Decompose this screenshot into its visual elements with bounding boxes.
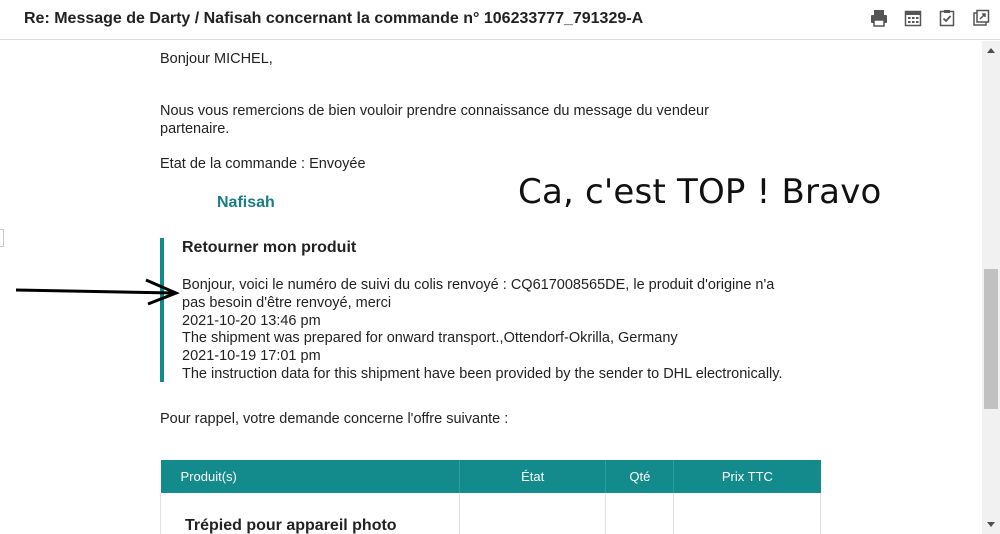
popout-icon[interactable]: [972, 9, 990, 27]
col-header-product: Produit(s): [160, 460, 460, 493]
reminder-text: Pour rappel, votre demande concerne l'of…: [160, 411, 509, 427]
intro-line-1: Nous vous remercions de bien vouloir pre…: [160, 103, 709, 119]
seller-message-quote: Retourner mon produit Bonjour, voici le …: [160, 238, 840, 382]
message-subject: Re: Message de Darty / Nafisah concernan…: [24, 10, 644, 27]
task-icon[interactable]: [938, 9, 956, 27]
collapse-handle[interactable]: [0, 229, 4, 247]
table-row: Trépied pour appareil photo: [160, 493, 821, 534]
printer-icon[interactable]: [870, 9, 888, 27]
product-price: [673, 493, 821, 534]
product-state: [458, 493, 607, 534]
quote-line: 2021-10-19 17:01 pm: [182, 348, 321, 365]
offer-table: Produit(s) État Qté Prix TTC Trépied pou…: [160, 460, 821, 534]
table-header-row: Produit(s) État Qté Prix TTC: [160, 460, 821, 493]
quote-line: 2021-10-20 13:46 pm: [182, 312, 321, 329]
product-name: Trépied pour appareil photo: [160, 493, 460, 534]
greeting: Bonjour MICHEL,: [160, 51, 273, 67]
annotation-arrow: [15, 278, 180, 306]
col-header-price: Prix TTC: [673, 460, 821, 493]
scroll-down-icon[interactable]: [982, 516, 1000, 532]
seller-name: Nafisah: [217, 194, 275, 211]
message-toolbar: [870, 9, 990, 27]
intro-line-2: partenaire.: [160, 121, 230, 137]
quote-body: Bonjour, voici le numéro de suivi du col…: [182, 277, 842, 384]
product-qty: [605, 493, 675, 534]
quote-line: Bonjour, voici le numéro de suivi du col…: [182, 277, 775, 293]
calendar-icon[interactable]: [904, 9, 922, 27]
order-state: Etat de la commande : Envoyée: [160, 156, 366, 172]
scroll-thumb[interactable]: [984, 269, 998, 409]
handwritten-comment: Ca, c'est TOP ! Bravo: [518, 172, 882, 212]
quote-line: The shipment was prepared for onward tra…: [182, 330, 678, 347]
quote-title: Retourner mon produit: [182, 239, 357, 256]
message-header: Re: Message de Darty / Nafisah concernan…: [0, 0, 1000, 40]
quote-line: The instruction data for this shipment h…: [182, 365, 783, 382]
quote-line: pas besoin d'être renvoyé, merci: [182, 294, 392, 311]
vertical-scrollbar[interactable]: [982, 41, 1000, 534]
scroll-up-icon[interactable]: [982, 43, 1000, 59]
col-header-qty: Qté: [605, 460, 675, 493]
col-header-state: État: [459, 460, 607, 493]
